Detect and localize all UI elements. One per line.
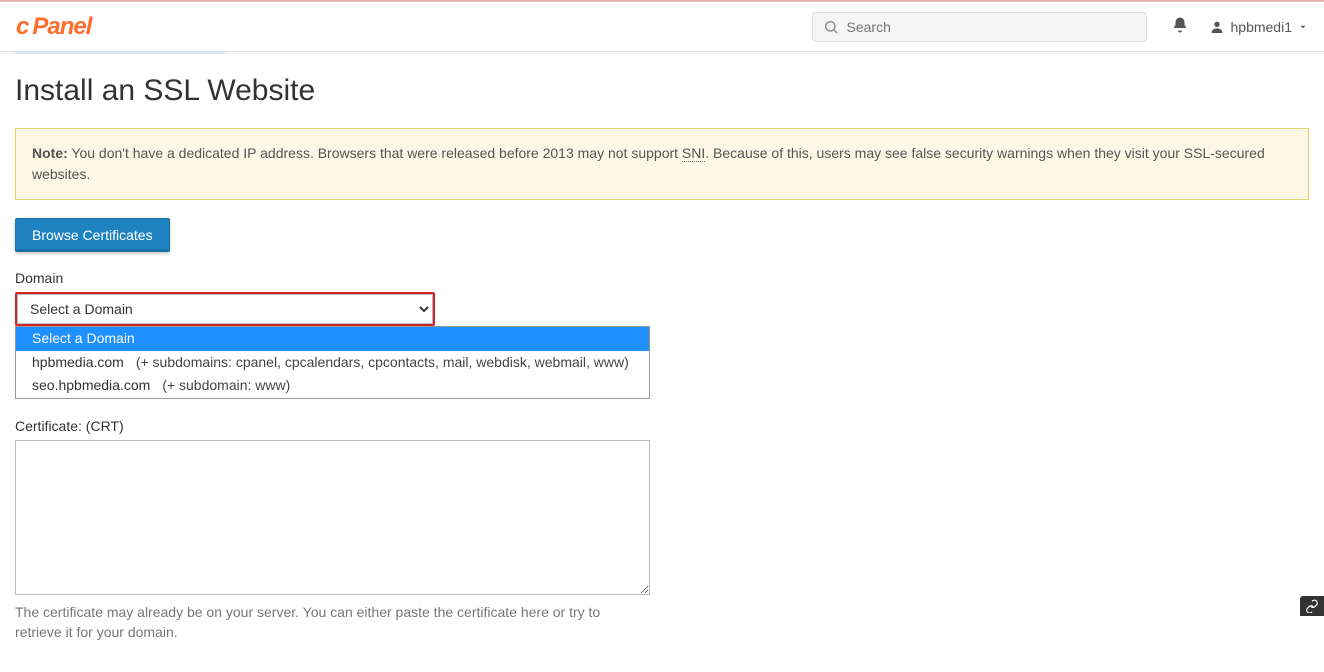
search-input[interactable]	[847, 19, 1136, 35]
content: Install an SSL Website Note: You don't h…	[0, 54, 1324, 672]
domain-option-label: Select a Domain	[32, 330, 135, 346]
cert-textarea[interactable]	[15, 440, 650, 595]
page-title: Install an SSL Website	[15, 74, 1309, 108]
user-icon	[1209, 19, 1225, 35]
search-icon	[823, 19, 839, 35]
footer-link-icon[interactable]	[1300, 596, 1324, 616]
domain-option-1[interactable]: hpbmedia.com (+ subdomains: cpanel, cpcal…	[16, 351, 649, 375]
header: Panel hpbmedi1	[0, 2, 1324, 52]
domain-option-label: seo.hpbmedia.com	[32, 377, 150, 393]
alert-body-1: You don't have a dedicated IP address. B…	[68, 145, 682, 161]
domain-select[interactable]: Select a Domain	[17, 294, 433, 324]
search-box[interactable]	[812, 12, 1147, 42]
domain-option-2[interactable]: seo.hpbmedia.com (+ subdomain: www)	[16, 374, 649, 398]
chevron-down-icon	[1298, 22, 1308, 32]
browse-certificates-button[interactable]: Browse Certificates	[15, 218, 170, 252]
cert-hint: The certificate may already be on your s…	[15, 603, 650, 642]
cert-label: Certificate: (CRT)	[15, 418, 1309, 434]
logo-text: Panel	[32, 13, 91, 41]
logo[interactable]: Panel	[16, 13, 91, 41]
cert-group: Certificate: (CRT) The certificate may a…	[15, 418, 1309, 642]
domain-label: Domain	[15, 270, 1309, 286]
username: hpbmedi1	[1231, 19, 1293, 35]
domain-dropdown: Select a Domain hpbmedia.com (+ subdomain…	[15, 326, 650, 399]
domain-group: Domain Select a Domain Select a Domain h…	[15, 270, 1309, 326]
domain-option-label: hpbmedia.com	[32, 354, 124, 370]
logo-c	[16, 13, 28, 41]
alert-prefix: Note:	[32, 145, 68, 161]
alert-sni: SNI	[682, 145, 705, 162]
alert-note: Note: You don't have a dedicated IP addr…	[15, 128, 1309, 200]
domain-option-extra: (+ subdomains: cpanel, cpcalendars, cpco…	[136, 354, 629, 370]
notifications-icon[interactable]	[1171, 16, 1189, 37]
user-menu[interactable]: hpbmedi1	[1209, 19, 1309, 35]
tab-strip	[0, 52, 1324, 54]
domain-option-placeholder[interactable]: Select a Domain	[16, 327, 649, 351]
domain-select-wrap: Select a Domain Select a Domain hpbmedia…	[15, 292, 435, 326]
tab-active-indicator	[15, 51, 225, 54]
domain-option-extra: (+ subdomain: www)	[162, 377, 290, 393]
